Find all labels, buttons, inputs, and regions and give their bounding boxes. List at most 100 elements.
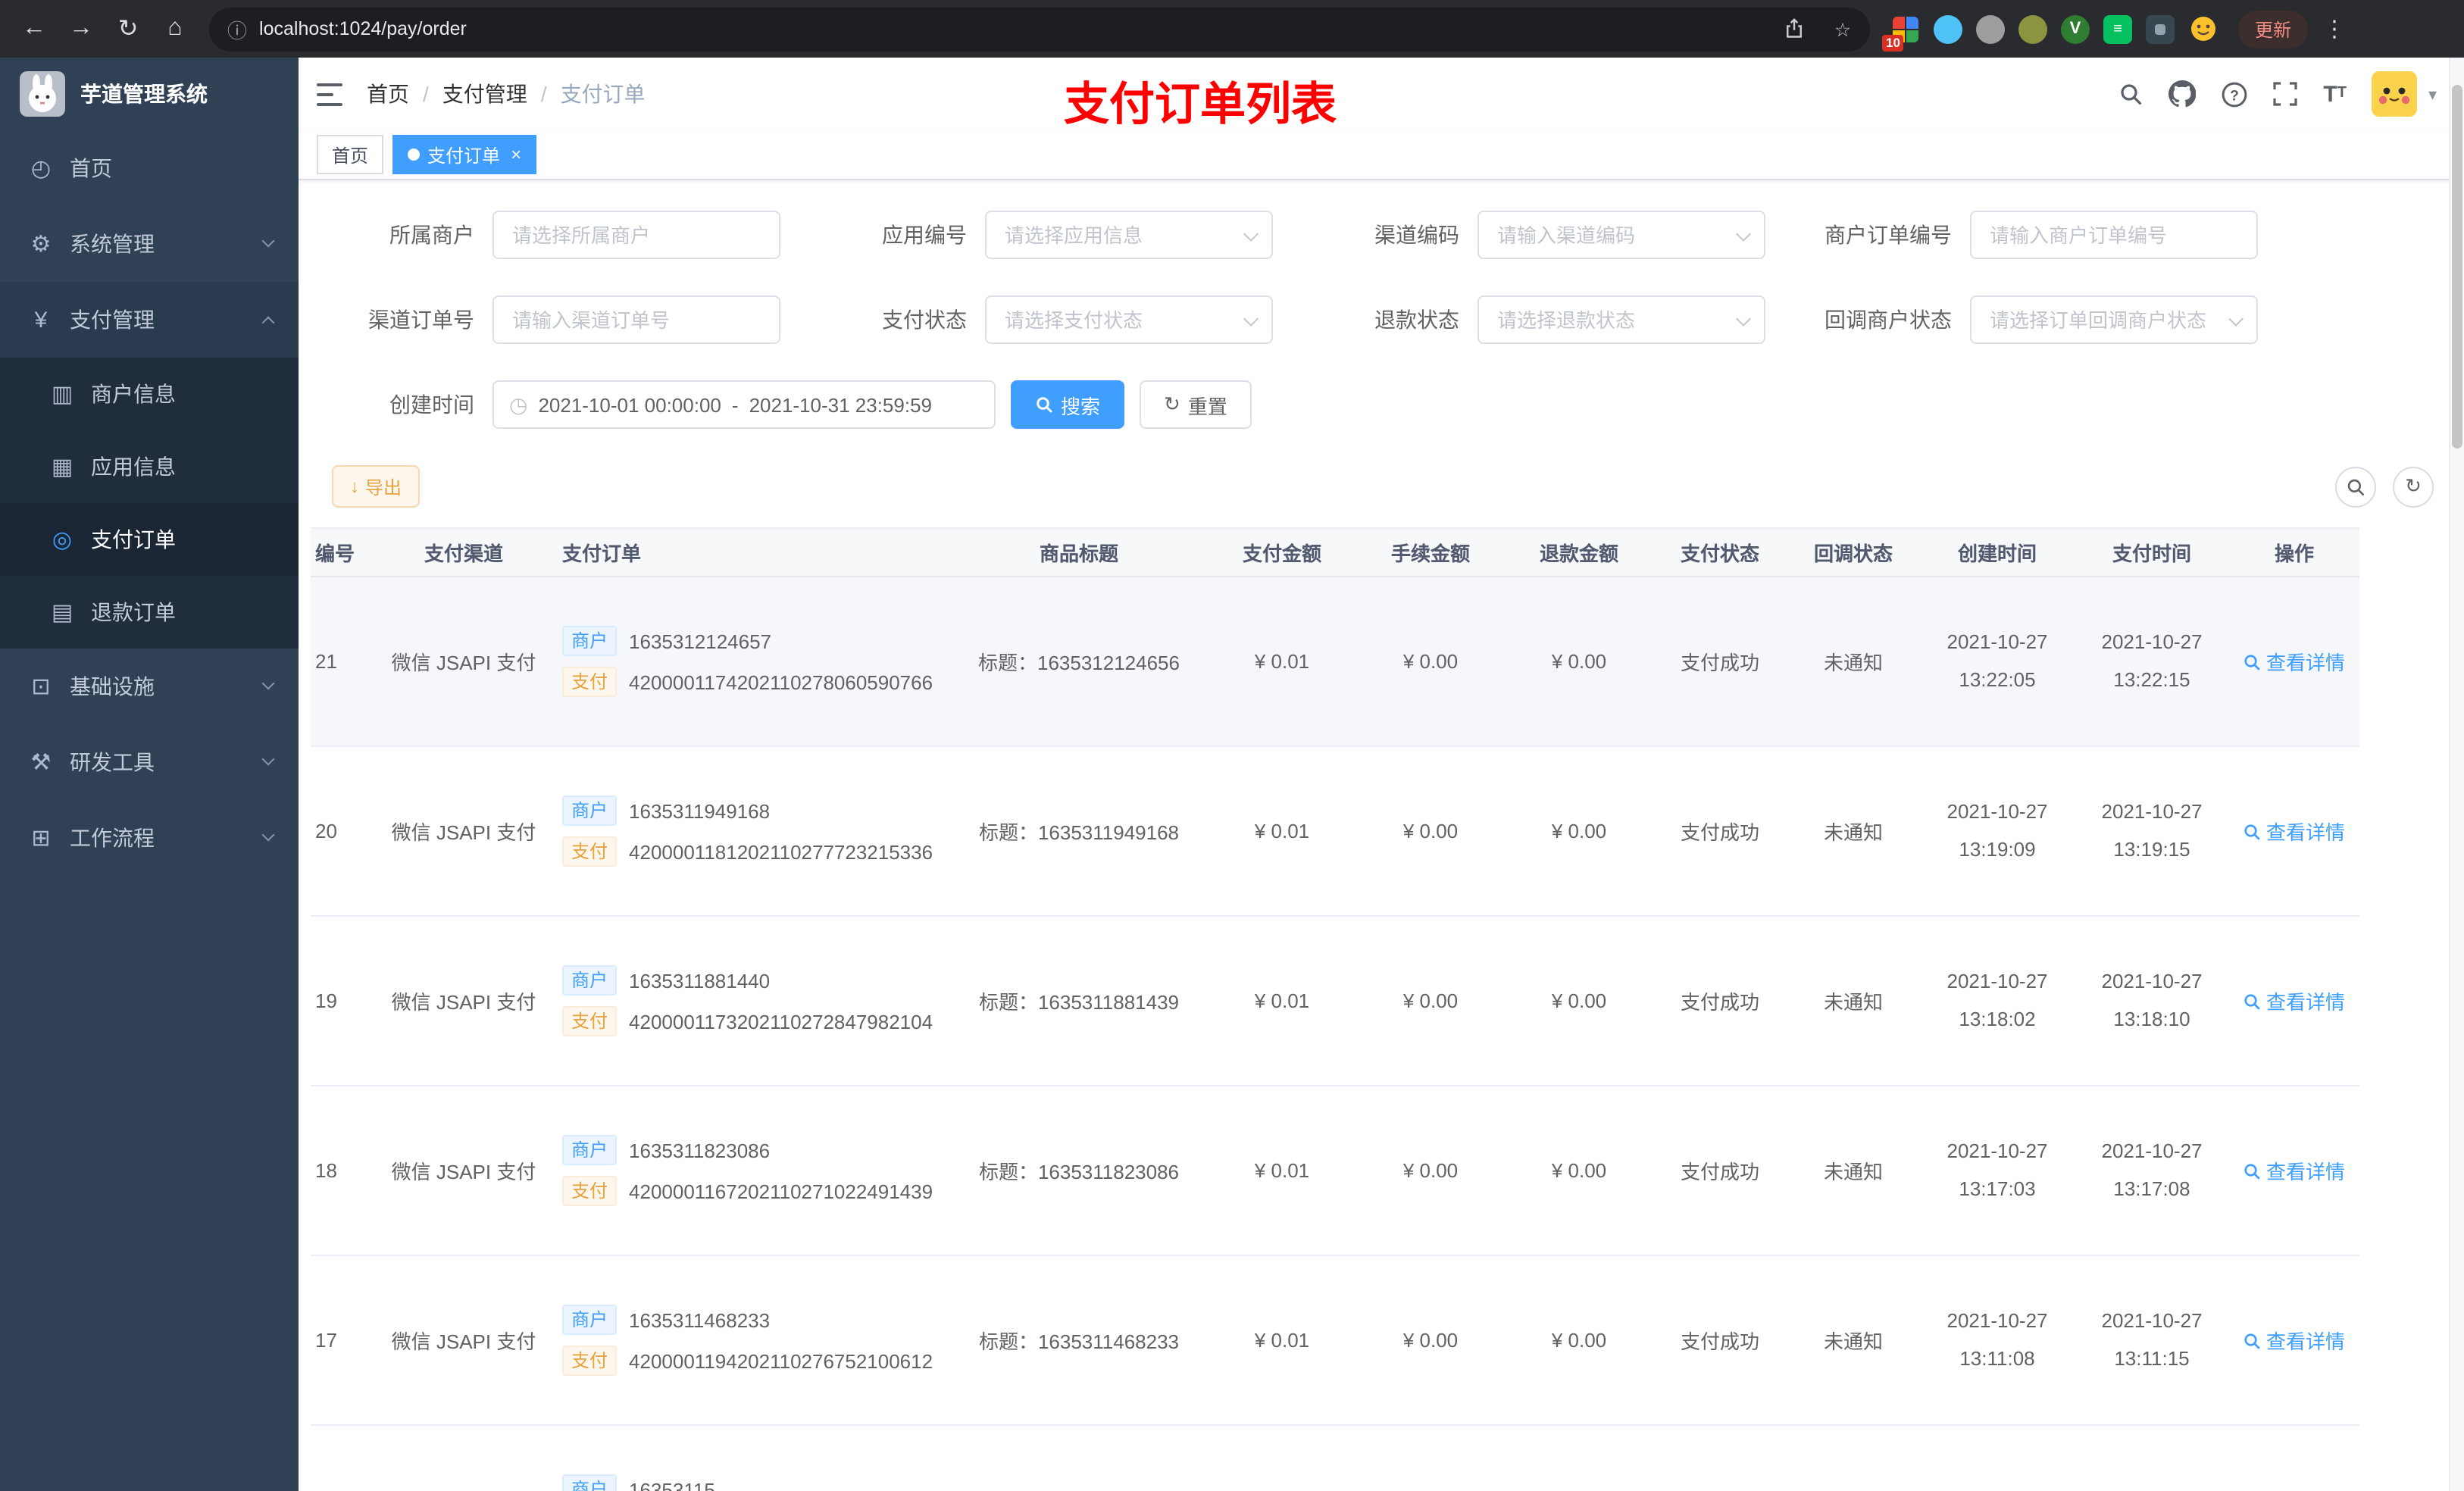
date-range-picker[interactable]: ◷ 2021-10-01 00:00:00 - 2021-10-31 23:59… — [492, 380, 996, 429]
extension-icon-olive[interactable] — [2018, 14, 2047, 43]
cell-fee: ¥ 0.00 — [1356, 577, 1505, 747]
toggle-search-button[interactable] — [2335, 466, 2376, 507]
filter-label: 支付状态 — [882, 308, 967, 332]
view-detail-link[interactable]: 查看详情 — [2244, 817, 2345, 846]
pay-tag: 支付 — [562, 836, 618, 867]
filter-label: 渠道订单号 — [368, 308, 474, 332]
cell-notify-status: 未通知 — [1787, 746, 1920, 917]
gear-icon: ⚙ — [30, 232, 52, 258]
share-icon[interactable] — [1776, 11, 1812, 47]
table-header-row: 编号 支付渠道 支付订单 商品标题 支付金额 手续金额 退款金额 支付状态 回调状态 创建时间 支付… — [311, 527, 2359, 577]
cell-id — [311, 1425, 374, 1491]
filter-input[interactable] — [1970, 295, 2258, 344]
cell-pay-time: 2021-10-27 13:22:15 — [2075, 577, 2229, 747]
fullscreen-icon[interactable] — [2273, 82, 2297, 106]
monitor-icon: ⊡ — [31, 674, 51, 700]
sidebar-item-pay-order[interactable]: ◎ 支付订单 — [0, 503, 299, 576]
browser-reload-button[interactable]: ↻ — [106, 7, 150, 51]
breadcrumb-home[interactable]: 首页 — [367, 79, 409, 109]
filter-input[interactable] — [1970, 211, 2258, 259]
tag-home[interactable]: 首页 — [317, 135, 384, 174]
filter-input[interactable] — [492, 295, 780, 344]
cell-create-time: 2021-10-27 13:18:02 — [1920, 916, 2075, 1086]
filter-item: 商户订单编号 — [1818, 211, 2311, 259]
sidebar-item-workflow[interactable]: ⊞ 工作流程 — [0, 800, 299, 876]
extension-icon-gray[interactable] — [1976, 14, 2005, 43]
browser-back-button[interactable]: ← — [12, 7, 56, 51]
cell-actions: 查看详情 — [2229, 577, 2359, 747]
document-icon: ▤ — [51, 600, 73, 626]
cell-refund — [1505, 1425, 1653, 1491]
sidebar-item-app-info[interactable]: ▦ 应用信息 — [0, 430, 299, 503]
view-detail-link[interactable]: 查看详情 — [2244, 986, 2345, 1015]
reset-button[interactable]: ↻ 重置 — [1140, 380, 1252, 429]
address-bar[interactable]: ⓘ localhost:1024/pay/order ☆ — [209, 7, 1870, 51]
search-icon[interactable] — [2118, 82, 2143, 106]
extension-icon-puzzle[interactable] — [2146, 14, 2175, 43]
sidebar-item-infrastructure[interactable]: ⊡ 基础设施 — [0, 649, 299, 724]
sidebar-item-refund-order[interactable]: ▤ 退款订单 — [0, 576, 299, 649]
workflow-icon: ⊞ — [31, 826, 51, 852]
tag-label: 支付订单 — [427, 145, 501, 166]
sidebar-item-dev-tools[interactable]: ⚒ 研发工具 — [0, 724, 299, 800]
sidebar-item-merchant-info[interactable]: ▥ 商户信息 — [0, 358, 299, 430]
user-menu[interactable]: ▾ — [2372, 71, 2437, 117]
sidebar-item-label: 首页 — [70, 156, 112, 180]
filter-input[interactable] — [492, 211, 780, 259]
filter-input[interactable] — [985, 295, 1273, 344]
filter-item: 应用编号 — [833, 211, 1326, 259]
table-row: 商户 16353115… 支付 查看详情 — [311, 1425, 2359, 1491]
filter-input[interactable] — [1477, 295, 1765, 344]
sidebar-item-label: 支付管理 — [70, 308, 155, 332]
browser-forward-button[interactable]: → — [59, 7, 103, 51]
cell-fee: ¥ 0.00 — [1356, 1086, 1505, 1256]
column-header: 手续金额 — [1356, 527, 1505, 577]
github-icon[interactable] — [2169, 80, 2197, 108]
sidebar-item-home[interactable]: ◴ 首页 — [0, 130, 299, 206]
extension-icon-emoji[interactable] — [2188, 14, 2217, 43]
cell-channel — [374, 1425, 553, 1491]
sidebar-item-payment[interactable]: ¥ 支付管理 — [0, 282, 299, 358]
browser-update-button[interactable]: 更新 — [2238, 10, 2309, 48]
breadcrumb-payment[interactable]: 支付管理 — [442, 79, 527, 109]
bookmark-star-icon[interactable]: ☆ — [1825, 11, 1861, 47]
svg-text:?: ? — [2231, 87, 2240, 103]
column-header: 编号 — [311, 527, 374, 577]
hamburger-icon[interactable] — [317, 83, 342, 105]
view-detail-link[interactable]: 查看详情 — [2244, 647, 2345, 676]
filter-input[interactable] — [1477, 211, 1765, 259]
app-logo: 芋道管理系统 — [0, 58, 299, 130]
table-row: 19 微信 JSAPI 支付 商户 1635311881440 支付 42000… — [311, 916, 2359, 1086]
extension-icon-chat[interactable]: ≡ — [2103, 14, 2132, 43]
cell-refund: ¥ 0.00 — [1505, 1086, 1653, 1256]
search-button[interactable]: 搜索 — [1011, 380, 1125, 429]
help-icon[interactable]: ? — [2222, 81, 2247, 107]
browser-home-button[interactable]: ⌂ — [153, 7, 197, 51]
screen: ← → ↻ ⌂ ⓘ localhost:1024/pay/order ☆ 10 … — [0, 0, 2464, 1491]
font-size-icon[interactable]: TT — [2323, 83, 2347, 105]
page-title: 支付订单列表 — [1064, 80, 1337, 130]
filter-input[interactable] — [985, 211, 1273, 259]
close-icon[interactable]: × — [511, 144, 521, 165]
extension-icon-grid[interactable]: 10 — [1882, 14, 1920, 51]
site-info-icon[interactable]: ⓘ — [227, 14, 247, 43]
cell-channel: 微信 JSAPI 支付 — [374, 916, 553, 1086]
view-detail-link[interactable]: 查看详情 — [2244, 1156, 2345, 1185]
cell-actions: 查看详情 — [2229, 916, 2359, 1086]
export-button[interactable]: ↓ 导出 — [332, 465, 421, 508]
cell-pay-order: 商户 16353115… 支付 — [553, 1425, 950, 1491]
merchant-order-no: 1635311468233 — [629, 1308, 771, 1331]
logo-image — [20, 71, 65, 117]
table-toolbar: ↓ 导出 ↻ — [332, 465, 2434, 508]
cell-pay-time: 2021-10-27 13:19:15 — [2075, 746, 2229, 917]
browser-menu-icon[interactable]: ⋮ — [2323, 15, 2346, 42]
filter-label: 回调商户状态 — [1825, 308, 1952, 332]
view-detail-link[interactable]: 查看详情 — [2244, 1326, 2345, 1355]
extension-icon-vue[interactable]: V — [2061, 14, 2090, 43]
extension-icon-drop[interactable] — [1934, 14, 1962, 43]
refresh-table-button[interactable]: ↻ — [2393, 466, 2434, 507]
scrollbar-thumb[interactable] — [2452, 85, 2462, 449]
merchant-order-no: 1635311881440 — [629, 969, 771, 992]
sidebar-item-system[interactable]: ⚙ 系统管理 — [0, 206, 299, 282]
tag-pay-order[interactable]: 支付订单 × — [392, 135, 537, 174]
